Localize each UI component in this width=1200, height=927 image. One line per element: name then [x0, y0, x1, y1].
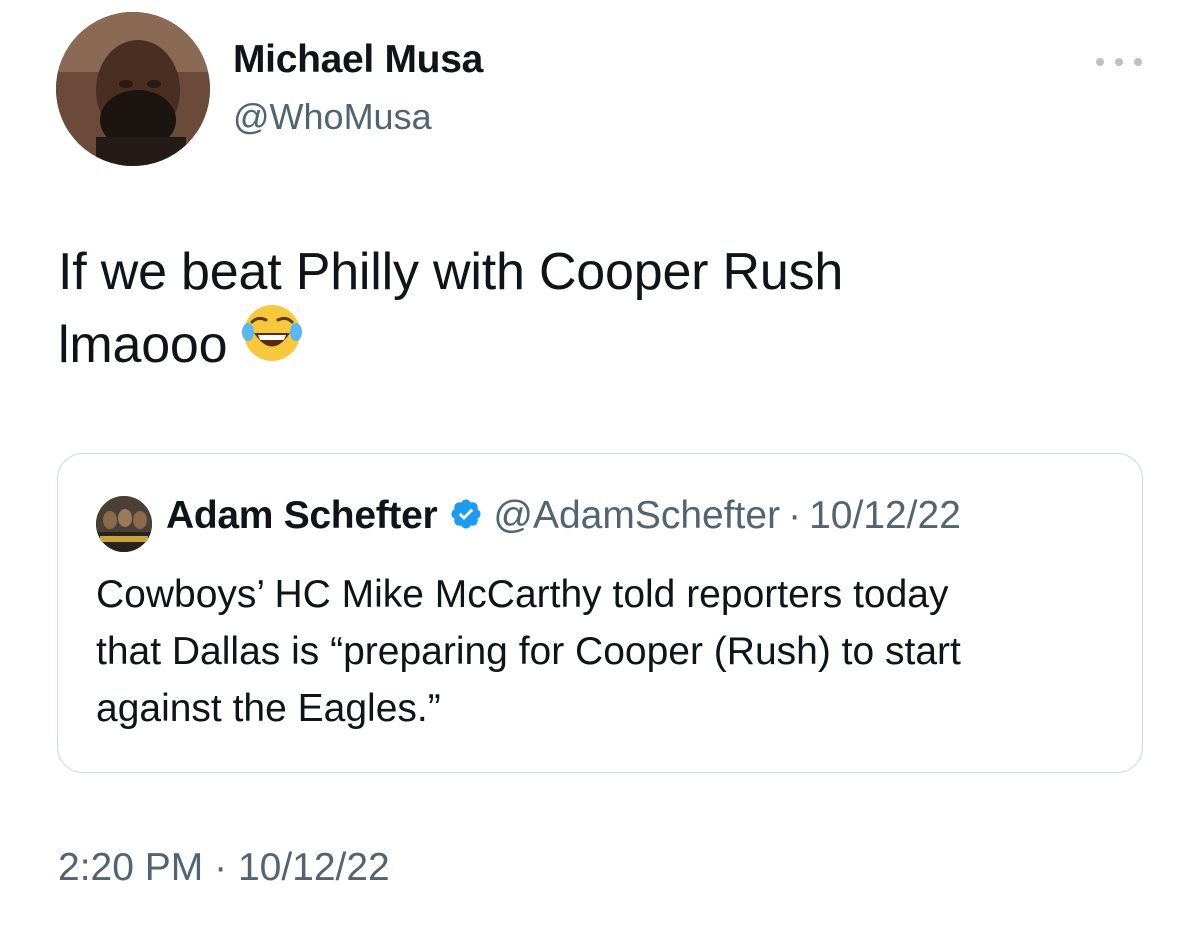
- laughing-emoji-icon: [241, 302, 303, 383]
- author-handle[interactable]: @WhoMusa: [233, 96, 432, 138]
- quoted-date[interactable]: 10/12/22: [809, 494, 961, 538]
- more-horizontal-icon: [1096, 58, 1104, 66]
- tweet-text: If we beat Philly with Cooper Rush lmaoo…: [58, 236, 1158, 389]
- quoted-author-name[interactable]: Adam Schefter: [166, 494, 438, 538]
- quoted-author-handle[interactable]: @AdamSchefter: [493, 494, 780, 538]
- tweet-timestamp[interactable]: 2:20 PM · 10/12/22: [58, 846, 390, 890]
- header-separator: ·: [788, 494, 802, 537]
- quoted-tweet-header: Adam Schefter @AdamSchefter · 10/12/22: [166, 494, 961, 538]
- quoted-text-line: that Dallas is “preparing for Cooper (Ru…: [96, 630, 961, 673]
- author-avatar[interactable]: [56, 12, 210, 166]
- tweet-date: 10/12/22: [237, 846, 390, 889]
- author-name[interactable]: Michael Musa: [233, 38, 483, 82]
- quoted-author-avatar[interactable]: [96, 496, 152, 552]
- tweet-text-line: If we beat Philly with Cooper Rush: [58, 243, 844, 301]
- tweet-time: 2:20 PM: [58, 846, 204, 889]
- quoted-tweet-text: Cowboys’ HC Mike McCarthy told reporters…: [96, 566, 1126, 737]
- tweet: Michael Musa @WhoMusa If we beat Philly …: [0, 0, 1200, 927]
- tweet-text-line-content: lmaooo: [58, 316, 228, 375]
- verified-badge-icon: [449, 497, 483, 541]
- more-options-button[interactable]: [1096, 52, 1142, 72]
- timestamp-separator: ·: [214, 846, 228, 889]
- quoted-text-line: Cowboys’ HC Mike McCarthy told reporters…: [96, 573, 949, 616]
- tweet-text-line: lmaooo: [58, 305, 1158, 389]
- quoted-text-line: against the Eagles.”: [96, 687, 441, 730]
- quoted-tweet-card[interactable]: Adam Schefter @AdamSchefter · 10/12/22 C…: [57, 453, 1143, 773]
